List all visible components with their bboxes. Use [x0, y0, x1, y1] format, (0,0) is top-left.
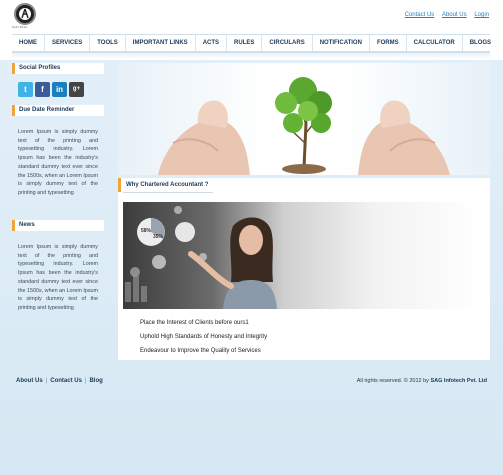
sidebar: Social Profiles t f in g+ Due Date Remin… [12, 63, 104, 319]
contact-us-link[interactable]: Contact Us [405, 12, 435, 18]
woman-pointing-illustration [125, 206, 277, 309]
chart-label-35: 35% [153, 234, 164, 240]
nav-item-calculator[interactable]: CALCULATOR [407, 35, 463, 51]
copyright-text: All rights reserved. © 2012 by [356, 378, 429, 384]
about-us-link[interactable]: About Us [442, 12, 467, 18]
nav-item-acts[interactable]: ACTS [196, 35, 228, 51]
due-date-reminder-title: Due Date Reminder [12, 105, 104, 116]
logo-icon [19, 8, 31, 20]
footer-blog-link[interactable]: Blog [89, 378, 102, 384]
nav-item-services[interactable]: SERVICES [45, 35, 91, 51]
company-name[interactable]: SAG Infotech Pvt. Ltd [430, 378, 487, 384]
footer-about-us-link[interactable]: About Us [16, 378, 43, 384]
woman-chart-image: 58% 35% [123, 202, 480, 309]
why-ca-title: Why Chartered Accountant ? [118, 178, 490, 192]
footer-links: About Us | Contact Us | Blog [16, 378, 103, 384]
nav-item-rules[interactable]: RULES [227, 35, 263, 51]
footer-separator: | [45, 378, 48, 384]
login-link[interactable]: Login [474, 12, 489, 18]
linkedin-icon[interactable]: in [52, 82, 67, 97]
nav-shadow [12, 53, 490, 59]
why-ca-panel: Why Chartered Accountant ? 58% 35% Place… [118, 178, 490, 360]
nav-item-blogs[interactable]: BLOGS [463, 35, 498, 51]
top-links: Contact Us About Us Login [399, 12, 489, 18]
twitter-icon[interactable]: t [18, 82, 33, 97]
ca-point: Uphold High Standards of Honesty and Int… [140, 334, 268, 340]
google-plus-icon[interactable]: g+ [69, 82, 84, 97]
footer-contact-us-link[interactable]: Contact Us [50, 378, 82, 384]
nav-item-notification[interactable]: NOTIFICATION [313, 35, 370, 51]
social-profiles-title: Social Profiles [12, 63, 104, 74]
hands-tree-illustration [158, 77, 450, 175]
ca-points-list: Place the Interest of Clients before our… [140, 316, 267, 358]
footer-copyright: All rights reserved. © 2012 by SAG Infot… [357, 378, 487, 384]
nav-item-tools[interactable]: TOOLS [90, 35, 126, 51]
ca-point: Place the Interest of Clients before our… [140, 320, 249, 326]
nav-item-forms[interactable]: FORMS [370, 35, 407, 51]
main-nav: HOME SERVICES TOOLS IMPORTANT LINKS ACTS… [12, 34, 491, 53]
nav-item-important-links[interactable]: IMPORTANT LINKS [126, 35, 196, 51]
site-logo[interactable] [14, 3, 36, 25]
social-icons: t f in g+ [12, 74, 104, 105]
hero-banner [118, 63, 490, 175]
title-underline [123, 192, 213, 193]
site-header: ICAI 2012 Contact Us About Us Login [0, 0, 503, 34]
logo-caption: ICAI 2012 [12, 25, 28, 29]
due-date-reminder-text: Lorem Ipsum is simply dummy text of the … [18, 129, 99, 196]
ca-point: Endeavour to Improve the Quality of Serv… [140, 348, 261, 354]
footer-separator: | [84, 378, 87, 384]
nav-item-circulars[interactable]: CIRCULARS [262, 35, 313, 51]
news-text: Lorem Ipsum is simply dummy text of the … [18, 244, 99, 311]
nav-item-home[interactable]: HOME [12, 35, 45, 51]
facebook-icon[interactable]: f [35, 82, 50, 97]
chart-label-58: 58% [141, 228, 152, 234]
news-title: News [12, 220, 104, 231]
